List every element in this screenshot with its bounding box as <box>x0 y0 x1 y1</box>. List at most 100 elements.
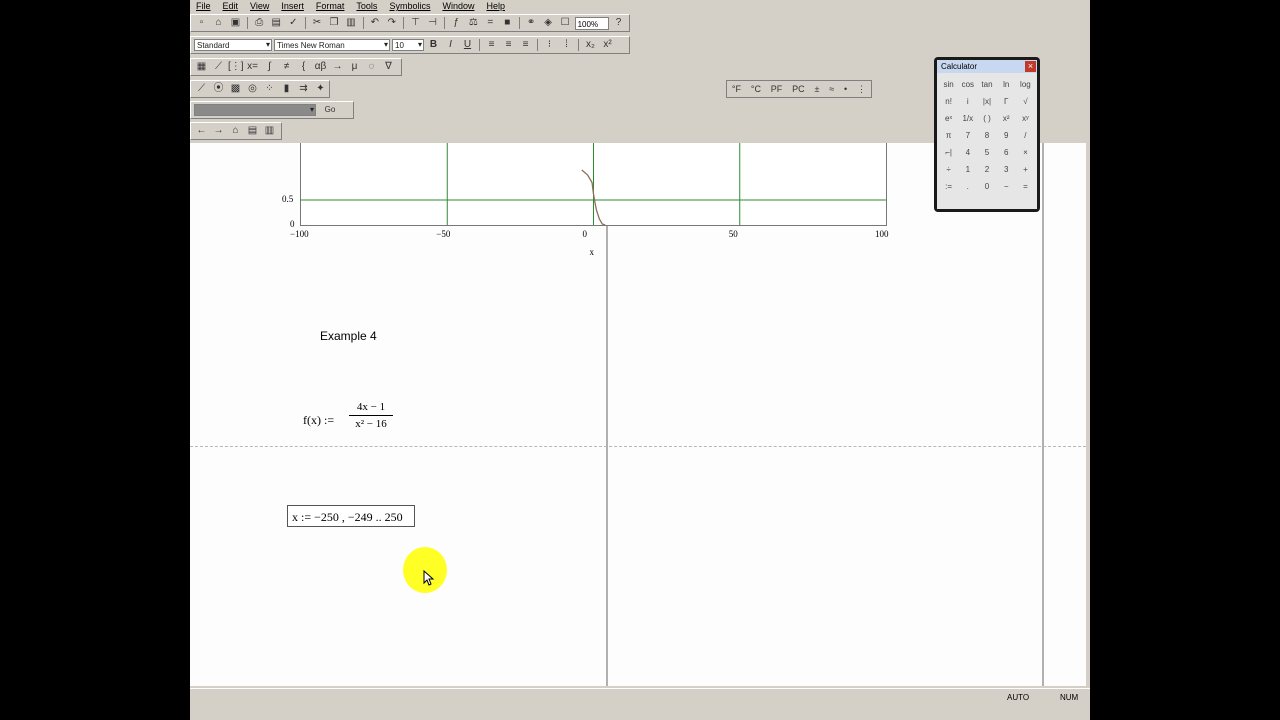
calculator-key[interactable]: . <box>958 178 977 195</box>
vector-field-icon[interactable]: ⇉ <box>296 82 311 96</box>
numbering-icon[interactable]: ⁞ <box>559 38 574 52</box>
ellipsis-button[interactable]: ⋮ <box>857 84 866 95</box>
calculator-toolbar-icon[interactable]: ▦ <box>194 60 209 74</box>
undo-icon[interactable]: ↶ <box>367 16 382 30</box>
calculator-key[interactable]: 0 <box>977 178 996 195</box>
keyword-toolbar-icon[interactable]: ∇ <box>381 60 396 74</box>
calculator-key[interactable]: tan <box>977 76 996 93</box>
menu-format[interactable]: Format <box>310 0 351 12</box>
calculator-key[interactable]: × <box>1016 144 1035 161</box>
matrix-toolbar-icon[interactable]: [⋮] <box>228 60 244 74</box>
calculator-key[interactable]: sin <box>939 76 958 93</box>
contour-plot-icon[interactable]: ◎ <box>245 82 260 96</box>
pc-button[interactable]: PC <box>792 84 805 94</box>
calculator-key[interactable]: log <box>1016 76 1035 93</box>
zoom-select[interactable]: 100% <box>574 16 610 30</box>
paste-icon[interactable]: ▥ <box>344 16 359 30</box>
superscript-icon[interactable]: x² <box>600 38 615 52</box>
units-toolbar-icon[interactable]: μ <box>347 60 362 74</box>
open-icon[interactable]: ⌂ <box>211 16 226 30</box>
insert-unit-icon[interactable]: ⚖ <box>466 16 481 30</box>
calculate-icon[interactable]: = <box>483 16 498 30</box>
calculator-key[interactable]: π <box>939 127 958 144</box>
new-icon[interactable]: ▫ <box>194 16 209 30</box>
pf-button[interactable]: PF <box>771 84 783 94</box>
symbolic-toolbar-icon[interactable]: → <box>330 60 345 74</box>
align-down-icon[interactable]: ⊣ <box>425 16 440 30</box>
calculator-key[interactable]: √ <box>1016 93 1035 110</box>
style-select[interactable]: Standard <box>194 39 272 51</box>
print-preview-icon[interactable]: ▤ <box>269 16 284 30</box>
copy-page-icon[interactable]: ▥ <box>262 124 277 138</box>
calculator-key[interactable]: ( ) <box>977 110 996 127</box>
component-wizard-icon[interactable]: ◈ <box>541 16 556 30</box>
menu-edit[interactable]: Edit <box>217 0 245 12</box>
align-across-icon[interactable]: ⊤ <box>408 16 423 30</box>
calculator-key[interactable]: |x| <box>977 93 996 110</box>
range-variable-definition[interactable]: x := −250 , −249 .. 250 <box>287 505 415 527</box>
calculator-key[interactable]: 8 <box>977 127 996 144</box>
align-right-icon[interactable]: ≡ <box>518 38 533 52</box>
print-icon[interactable]: ⎙ <box>252 16 267 30</box>
calculator-key[interactable]: 3 <box>997 161 1016 178</box>
calculator-key[interactable]: 7 <box>958 127 977 144</box>
xy-plot-icon[interactable]: ⟋ <box>194 82 209 96</box>
italic-icon[interactable]: I <box>443 38 458 52</box>
calculator-key[interactable]: + <box>1016 161 1035 178</box>
calculator-key[interactable]: cos <box>958 76 977 93</box>
surface-plot-icon[interactable]: ▩ <box>228 82 243 96</box>
calculator-key[interactable]: Γ <box>997 93 1016 110</box>
calculator-key[interactable]: 2 <box>977 161 996 178</box>
home-icon[interactable]: ⌂ <box>228 124 243 138</box>
modifier-toolbar-icon[interactable]: ◌ <box>364 60 379 74</box>
menu-file[interactable]: File <box>190 0 217 12</box>
bullets-icon[interactable]: ⁝ <box>542 38 557 52</box>
xy-plot[interactable] <box>300 143 887 226</box>
plot-wizard-icon[interactable]: ✦ <box>313 82 328 96</box>
align-center-icon[interactable]: ≡ <box>501 38 516 52</box>
forward-icon[interactable]: → <box>211 124 226 138</box>
copy-icon[interactable]: ❐ <box>327 16 342 30</box>
calculator-key[interactable]: n! <box>939 93 958 110</box>
font-select[interactable]: Times New Roman <box>274 39 390 51</box>
calculator-key[interactable]: x² <box>997 110 1016 127</box>
calculator-key[interactable]: − <box>997 178 1016 195</box>
index-icon[interactable]: ▤ <box>245 124 260 138</box>
graph-toolbar-icon[interactable]: ⟋ <box>211 60 226 74</box>
calculator-key[interactable]: i <box>958 93 977 110</box>
underline-icon[interactable]: U <box>460 38 475 52</box>
insert-function-icon[interactable]: ƒ <box>449 16 464 30</box>
menu-tools[interactable]: Tools <box>350 0 383 12</box>
dot-button[interactable]: • <box>844 84 847 94</box>
menu-symbolics[interactable]: Symbolics <box>383 0 436 12</box>
programming-toolbar-icon[interactable]: { <box>296 60 311 74</box>
run-script-icon[interactable]: ☐ <box>558 16 573 30</box>
calculator-key[interactable]: = <box>1016 178 1035 195</box>
help-icon[interactable]: ? <box>611 16 626 30</box>
close-icon[interactable]: × <box>1025 61 1036 72</box>
calculator-key[interactable]: 9 <box>997 127 1016 144</box>
approx-button[interactable]: ≈ <box>829 84 834 94</box>
worksheet[interactable]: −100 −50 0 50 100 0 0.5 x Example 4 f(x) := 4x … <box>190 143 1086 686</box>
calculator-key[interactable]: 5 <box>977 144 996 161</box>
cut-icon[interactable]: ✂ <box>310 16 325 30</box>
bar-plot-icon[interactable]: ▮ <box>279 82 294 96</box>
calculator-key[interactable]: 6 <box>997 144 1016 161</box>
evaluation-toolbar-icon[interactable]: x= <box>245 60 260 74</box>
calculator-key[interactable]: / <box>1016 127 1035 144</box>
calculator-palette[interactable]: Calculator × sin cos tan ln log n! i |x| Γ √ eˣ 1/x… <box>934 57 1040 212</box>
stop-icon[interactable]: ■ <box>500 16 515 30</box>
spell-check-icon[interactable]: ✓ <box>286 16 301 30</box>
calculator-key[interactable]: eˣ <box>939 110 958 127</box>
scatter-plot-icon[interactable]: ⁘ <box>262 82 277 96</box>
calculator-key[interactable]: xʸ <box>1016 110 1035 127</box>
subscript-icon[interactable]: x₂ <box>583 38 598 52</box>
example-heading[interactable]: Example 4 <box>320 329 377 343</box>
greek-toolbar-icon[interactable]: αβ <box>313 60 328 74</box>
go-button[interactable]: Go <box>318 103 342 117</box>
celsius-button[interactable]: °C <box>751 84 761 94</box>
resource-select[interactable] <box>194 104 316 116</box>
calculator-key[interactable]: := <box>939 178 958 195</box>
calculator-title-bar[interactable]: Calculator × <box>937 60 1037 73</box>
calculator-key[interactable]: 1/x <box>958 110 977 127</box>
